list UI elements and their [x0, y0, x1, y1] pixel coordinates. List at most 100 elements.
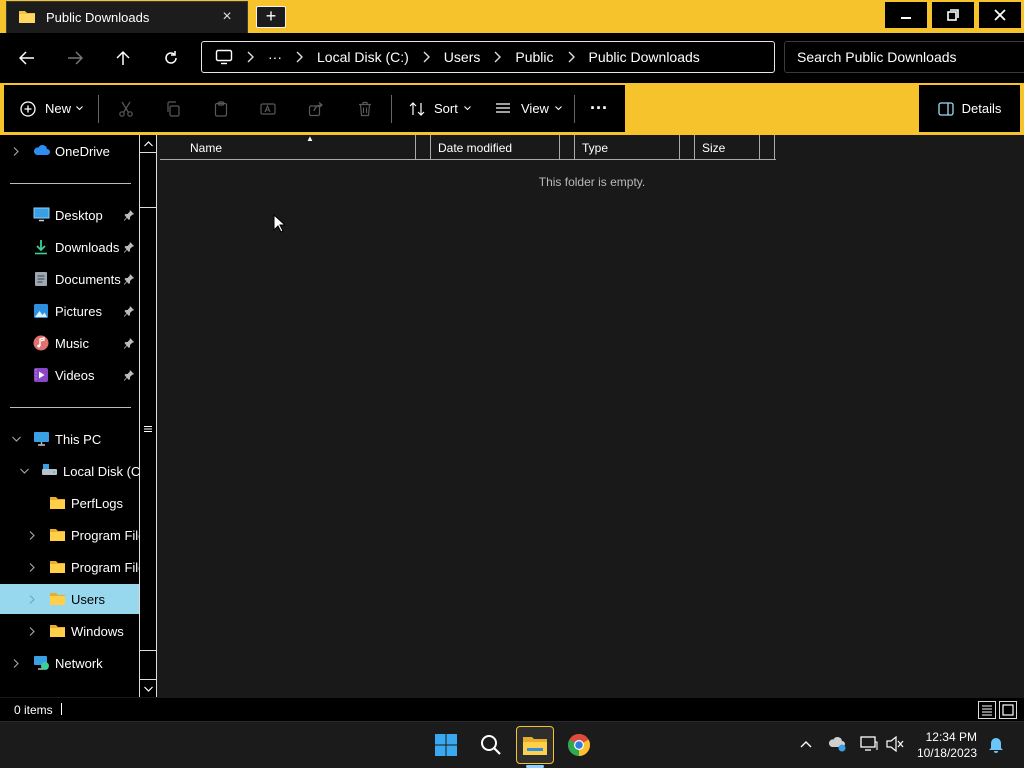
refresh-button[interactable] — [158, 45, 184, 71]
column-type[interactable]: Type — [575, 135, 680, 160]
column-size[interactable]: Size — [695, 135, 760, 160]
pin-icon[interactable] — [123, 241, 135, 253]
delete-button[interactable] — [357, 85, 373, 132]
restore-button[interactable] — [931, 1, 975, 29]
view-button[interactable]: View — [495, 85, 562, 132]
network-icon — [33, 655, 49, 671]
tiles-view-toggle[interactable] — [999, 701, 1017, 719]
pin-icon[interactable] — [123, 209, 135, 221]
chevron-right-icon[interactable] — [27, 594, 37, 604]
chevron-right-icon[interactable] — [27, 562, 37, 572]
new-button[interactable]: New — [20, 85, 83, 132]
nav-item-desktop[interactable]: Desktop — [0, 200, 139, 230]
cloud-icon — [828, 737, 846, 752]
nav-label-onedrive: OneDrive — [55, 143, 110, 159]
chevron-down-icon — [555, 106, 562, 111]
search-icon — [481, 735, 501, 755]
tab-public-downloads[interactable]: Public Downloads × — [6, 1, 248, 33]
pictures-icon — [33, 303, 49, 319]
chevron-right-icon[interactable] — [11, 658, 21, 668]
column-name[interactable]: Name — [160, 135, 416, 160]
pin-icon[interactable] — [123, 305, 135, 317]
nav-item-program-files[interactable]: Program Files — [0, 520, 139, 550]
nav-item-downloads[interactable]: Downloads — [0, 232, 139, 262]
nav-item-this-pc[interactable]: This PC — [0, 424, 139, 454]
breadcrumb-local-disk[interactable]: Local Disk (C:) — [317, 49, 409, 65]
nav-item-program-files-x86[interactable]: Program Files (x86) — [0, 552, 139, 582]
show-hidden-icons-button[interactable] — [796, 734, 816, 754]
breadcrumb-public[interactable]: Public — [515, 49, 553, 65]
nav-item-windows[interactable]: Windows — [0, 616, 139, 646]
up-button[interactable] — [110, 45, 136, 71]
chevron-right-icon[interactable] — [27, 626, 37, 636]
copy-button[interactable] — [165, 85, 181, 132]
nav-scrollbar[interactable] — [139, 135, 157, 697]
nav-label-network: Network — [55, 655, 103, 671]
onedrive-tray-button[interactable] — [828, 734, 848, 754]
nav-item-pictures[interactable]: Pictures — [0, 296, 139, 326]
column-resize-handle[interactable] — [680, 135, 695, 160]
nav-item-network[interactable]: Network — [0, 648, 139, 678]
column-resize-handle[interactable] — [760, 135, 775, 160]
pin-icon[interactable] — [123, 273, 135, 285]
desktop-icon — [33, 207, 50, 223]
rename-button[interactable] — [260, 85, 276, 132]
status-separator — [61, 703, 62, 715]
taskbar-search-button[interactable] — [472, 726, 510, 764]
minimize-button[interactable] — [884, 1, 928, 29]
forward-button[interactable] — [62, 45, 88, 71]
chevron-down-icon[interactable] — [11, 434, 21, 444]
chevron-down-icon[interactable] — [19, 466, 29, 476]
column-date-modified[interactable]: Date modified — [431, 135, 560, 160]
nav-item-perflogs[interactable]: PerfLogs — [0, 488, 139, 518]
start-button[interactable] — [427, 726, 465, 764]
file-explorer-icon — [523, 737, 547, 755]
close-window-button[interactable] — [978, 1, 1022, 29]
nav-label-videos: Videos — [55, 367, 95, 383]
chevron-right-icon[interactable] — [27, 530, 37, 540]
breadcrumb-overflow[interactable]: ··· — [268, 49, 282, 65]
nav-item-videos[interactable]: Videos — [0, 360, 139, 390]
nav-separator — [10, 407, 131, 408]
chevron-right-icon — [494, 51, 502, 63]
details-button[interactable]: Details — [919, 85, 1020, 132]
pin-icon[interactable] — [123, 337, 135, 349]
sort-label: Sort — [434, 101, 458, 116]
volume-tray-button[interactable] — [885, 734, 905, 754]
scroll-thumb[interactable] — [140, 207, 156, 651]
nav-separator — [10, 183, 131, 184]
scroll-up-button[interactable] — [140, 135, 156, 153]
column-resize-handle[interactable] — [560, 135, 575, 160]
taskbar-chrome[interactable] — [560, 726, 598, 764]
nav-item-documents[interactable]: Documents — [0, 264, 139, 294]
nav-item-users[interactable]: Users — [0, 584, 139, 614]
file-list[interactable]: ▲ Name Date modified Type Size This fold… — [157, 134, 1024, 697]
taskbar-file-explorer[interactable] — [516, 726, 554, 764]
sort-icon — [409, 101, 425, 116]
nav-item-music[interactable]: Music — [0, 328, 139, 358]
more-options-button[interactable]: ··· — [590, 85, 608, 132]
breadcrumb-users[interactable]: Users — [444, 49, 481, 65]
paste-button[interactable] — [213, 85, 229, 132]
details-view-toggle[interactable] — [978, 701, 996, 719]
scroll-down-button[interactable] — [140, 679, 156, 697]
column-resize-handle[interactable] — [416, 135, 431, 160]
address-bar[interactable]: ··· Local Disk (C:) Users Public Public … — [201, 41, 775, 73]
taskbar: 12:34 PM 10/18/2023 — [0, 721, 1024, 768]
search-box[interactable] — [784, 41, 1024, 73]
close-tab-icon[interactable]: × — [219, 9, 235, 25]
search-input[interactable] — [797, 49, 1017, 65]
share-button[interactable] — [308, 85, 324, 132]
display-tray-button[interactable] — [859, 734, 879, 754]
chevron-down-icon — [143, 686, 153, 692]
nav-item-onedrive[interactable]: OneDrive — [0, 136, 139, 166]
breadcrumb-public-downloads[interactable]: Public Downloads — [589, 49, 700, 65]
sort-button[interactable]: Sort — [409, 85, 471, 132]
nav-item-local-disk[interactable]: Local Disk (C:) — [0, 456, 139, 486]
cut-button[interactable] — [118, 85, 134, 132]
new-tab-button[interactable]: + — [256, 6, 286, 28]
notifications-button[interactable] — [986, 734, 1006, 754]
chevron-right-icon[interactable] — [11, 146, 21, 156]
pin-icon[interactable] — [123, 369, 135, 381]
back-button[interactable] — [14, 45, 40, 71]
